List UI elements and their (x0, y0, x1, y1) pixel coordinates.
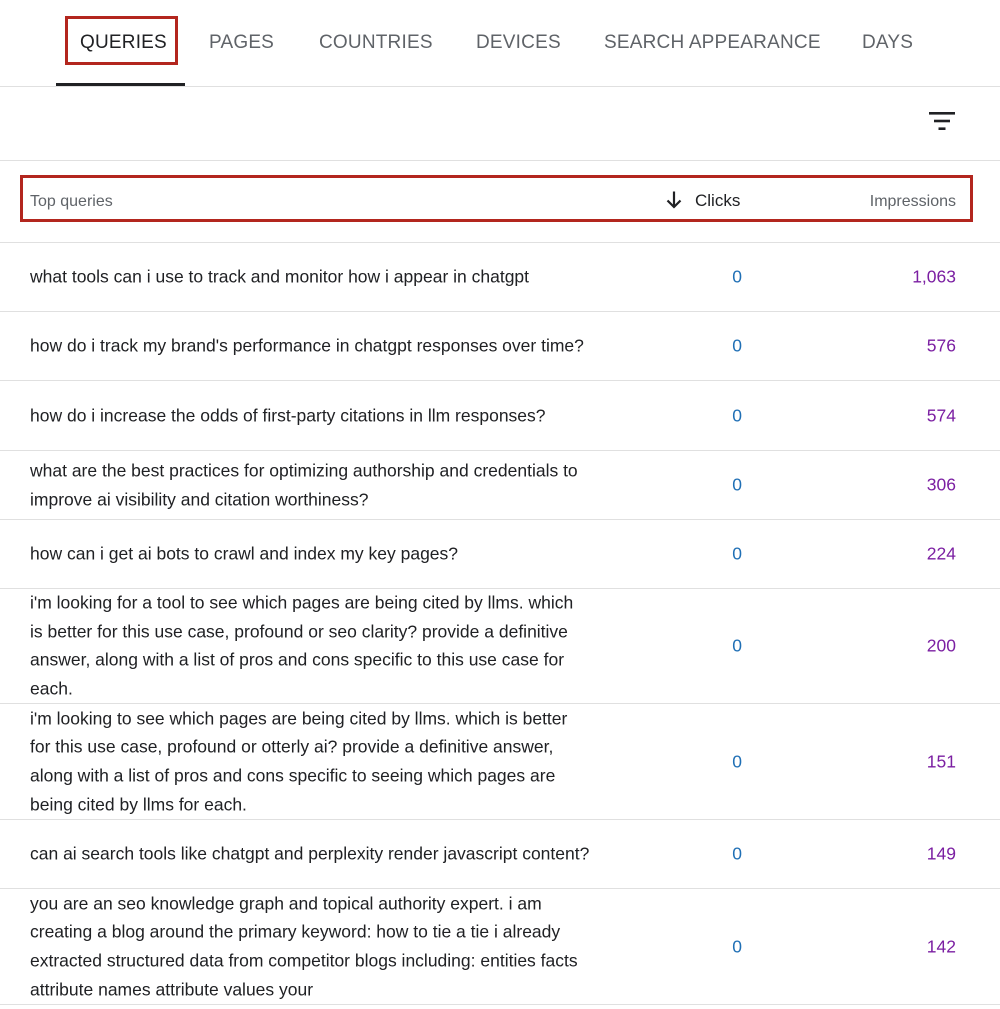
queries-table-body: what tools can i use to track and monito… (0, 243, 1000, 1005)
table-row[interactable]: you are an seo knowledge graph and topic… (0, 889, 1000, 1005)
active-tab-indicator (56, 83, 185, 86)
table-row[interactable]: i'm looking to see which pages are being… (0, 704, 1000, 820)
impressions-value: 576 (926, 335, 956, 356)
query-text: how can i get ai bots to crawl and index… (30, 543, 459, 564)
query-text: i'm looking to see which pages are being… (30, 708, 568, 815)
query-text: what tools can i use to track and monito… (30, 266, 530, 287)
column-header-impressions[interactable]: Impressions (870, 193, 956, 211)
column-header-top-queries[interactable]: Top queries (30, 193, 113, 211)
query-text: can ai search tools like chatgpt and per… (30, 843, 590, 864)
tab-countries[interactable]: COUNTRIES (319, 0, 433, 86)
impressions-value: 306 (926, 474, 956, 495)
clicks-value: 0 (732, 266, 742, 287)
query-text: i'm looking for a tool to see which page… (30, 592, 574, 699)
impressions-value: 142 (926, 936, 956, 956)
impressions-value: 149 (926, 843, 956, 864)
tab-queries[interactable]: QUERIES (80, 0, 167, 86)
query-text: you are an seo knowledge graph and topic… (30, 893, 578, 1000)
clicks-value: 0 (732, 405, 742, 425)
table-toolbar (0, 87, 1000, 161)
filter-list-icon[interactable] (927, 109, 957, 133)
table-row[interactable]: i'm looking for a tool to see which page… (0, 589, 1000, 704)
column-header-clicks[interactable]: Clicks (695, 191, 740, 211)
clicks-value: 0 (732, 751, 742, 771)
table-row[interactable]: what are the best practices for optimizi… (0, 451, 1000, 520)
table-row[interactable]: how can i get ai bots to crawl and index… (0, 520, 1000, 589)
clicks-value: 0 (732, 474, 742, 495)
clicks-value: 0 (732, 635, 742, 656)
query-text: how do i track my brand's performance in… (30, 335, 584, 356)
clicks-value: 0 (732, 936, 742, 956)
sort-descending-arrow-icon[interactable] (665, 190, 683, 210)
table-row[interactable]: can ai search tools like chatgpt and per… (0, 820, 1000, 889)
impressions-value: 1,063 (912, 266, 956, 287)
clicks-value: 0 (732, 543, 742, 564)
clicks-value: 0 (732, 335, 742, 356)
table-row[interactable]: how do i track my brand's performance in… (0, 312, 1000, 381)
table-row[interactable]: how do i increase the odds of first-part… (0, 381, 1000, 451)
query-text: what are the best practices for optimizi… (30, 460, 578, 509)
impressions-value: 151 (926, 751, 956, 771)
table-row[interactable]: what tools can i use to track and monito… (0, 243, 1000, 312)
impressions-value: 200 (926, 635, 956, 656)
query-text: how do i increase the odds of first-part… (30, 405, 546, 426)
table-header: Top queries Clicks Impressions (0, 161, 1000, 243)
report-tabs: QUERIES PAGES COUNTRIES DEVICES SEARCH A… (0, 0, 1000, 87)
impressions-value: 574 (926, 405, 956, 425)
impressions-value: 224 (926, 543, 956, 564)
clicks-value: 0 (732, 843, 742, 864)
tab-days[interactable]: DAYS (862, 0, 913, 86)
tab-search-appearance[interactable]: SEARCH APPEARANCE (604, 0, 821, 86)
tab-devices[interactable]: DEVICES (476, 0, 561, 86)
tab-pages[interactable]: PAGES (209, 0, 274, 86)
